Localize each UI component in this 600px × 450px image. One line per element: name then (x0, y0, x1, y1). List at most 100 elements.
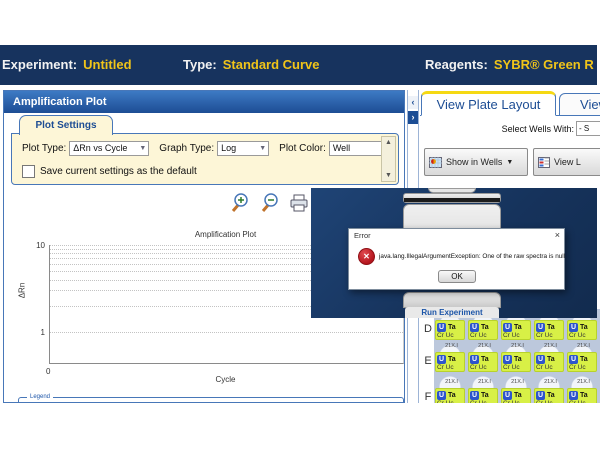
plate-well[interactable]: UTaCr Uc (435, 352, 465, 372)
well-sample-strip: 21X.I21X.I21X.I21X.I21X.I (435, 343, 600, 349)
plate-row-label: E (422, 355, 434, 367)
plate-well[interactable]: UTaCr Uc (501, 320, 531, 340)
plate-well[interactable]: UTaCr Uc (435, 320, 465, 340)
tab-view-well-table[interactable]: View (559, 93, 600, 116)
task-unknown-icon: U (470, 323, 479, 332)
plot-color-label: Plot Color: (279, 143, 326, 154)
well-line2: Cr Uc (536, 400, 562, 403)
type-label: Type: (183, 57, 217, 72)
well-line2: Cr Uc (470, 400, 496, 403)
close-icon[interactable]: × (555, 230, 560, 240)
well-line2: Cr Uc (536, 364, 562, 372)
task-unknown-icon: U (437, 391, 446, 400)
settings-scrollbar[interactable]: ▲ ▼ (381, 136, 396, 182)
well-line2: Cr Uc (470, 364, 496, 372)
tab-plot-settings[interactable]: Plot Settings (19, 115, 113, 135)
plate-well[interactable]: UTaCr Uc (534, 320, 564, 340)
save-default-label: Save current settings as the default (40, 166, 197, 177)
task-unknown-icon: U (536, 323, 545, 332)
ok-button[interactable]: OK (438, 270, 476, 283)
well-sample-name: 21X.I (534, 343, 567, 349)
plate-well[interactable]: UTaCr Uc (468, 320, 498, 340)
graph-type-select[interactable]: Log▼ (217, 141, 269, 156)
graph-type-label: Graph Type: (159, 143, 214, 154)
task-unknown-icon: U (437, 323, 446, 332)
well-line2: Cr Uc (437, 364, 463, 372)
well-target: Ta (448, 356, 456, 363)
well-sample-name: 21X.I (534, 379, 567, 385)
task-unknown-icon: U (503, 391, 512, 400)
error-icon: ✕ (358, 248, 375, 265)
plate-well[interactable]: UTaCr Uc (468, 388, 498, 403)
collapse-right-icon[interactable]: › (408, 111, 418, 124)
run-experiment-button[interactable]: Run Experiment (405, 307, 499, 318)
well-target: Ta (547, 392, 555, 399)
instrument-base (403, 292, 501, 308)
well-sample-name: 21X.I (567, 343, 600, 349)
plate-well[interactable]: UTaCr Uc (534, 388, 564, 403)
well-sample-name: 21X.I (468, 379, 501, 385)
plate-well[interactable]: UTaCr Uc (567, 388, 597, 403)
well-target: Ta (514, 324, 522, 331)
plot-type-label: Plot Type: (22, 143, 66, 154)
well-line2: Cr Uc (437, 332, 463, 340)
y-tick-label: 1 (17, 328, 45, 337)
view-legend-button[interactable]: View L (533, 148, 600, 176)
plate-well[interactable]: UTaCr Uc (501, 388, 531, 403)
gridline (50, 332, 403, 333)
well-target: Ta (580, 356, 588, 363)
save-default-checkbox[interactable] (22, 165, 35, 178)
tab-view-plate-layout[interactable]: View Plate Layout (421, 91, 556, 116)
plot-type-select[interactable]: ΔRn vs Cycle▼ (69, 141, 149, 156)
plate-well[interactable]: UTaCr Uc (435, 388, 465, 403)
plate-well[interactable]: UTaCr Uc (567, 320, 597, 340)
zoom-in-icon[interactable] (229, 192, 249, 214)
plot-settings-group: Plot Type: ΔRn vs Cycle▼ Graph Type: Log… (11, 133, 399, 185)
well-line2: Cr Uc (503, 332, 529, 340)
wells-plate-icon (429, 157, 442, 168)
well-sample-name: 21X.I (468, 343, 501, 349)
well-target: Ta (448, 324, 456, 331)
well-line2: Cr Uc (437, 400, 463, 403)
well-line2: Cr Uc (569, 332, 595, 340)
collapse-left-icon[interactable]: ‹ (408, 96, 418, 109)
reagents-value: SYBR® Green R (494, 57, 594, 72)
scroll-up-icon[interactable]: ▲ (385, 139, 392, 146)
plate-well[interactable]: UTaCr Uc (567, 352, 597, 372)
experiment-label: Experiment: (2, 57, 77, 72)
task-unknown-icon: U (470, 391, 479, 400)
reagents-group: Reagents: SYBR® Green R (425, 57, 594, 72)
task-unknown-icon: U (470, 355, 479, 364)
scroll-down-icon[interactable]: ▼ (385, 172, 392, 179)
zoom-out-icon[interactable] (259, 192, 279, 214)
x-axis-label: Cycle (49, 375, 402, 384)
plate-well[interactable]: UTaCr Uc (501, 352, 531, 372)
error-dialog: Error × ✕ java.lang.IllegalArgumentExcep… (348, 228, 565, 290)
show-in-wells-button[interactable]: Show in Wells ▼ (424, 148, 528, 176)
task-unknown-icon: U (437, 355, 446, 364)
plate-well[interactable]: UTaCr Uc (534, 352, 564, 372)
well-sample-name: 21X.I (435, 379, 468, 385)
plate-well-row: UTaCr UcUTaCr UcUTaCr UcUTaCr UcUTaCr Uc (435, 352, 600, 372)
well-sample-name: 21X.I (501, 343, 534, 349)
experiment-value: Untitled (83, 57, 131, 72)
well-target: Ta (580, 392, 588, 399)
well-line2: Cr Uc (569, 400, 595, 403)
task-unknown-icon: U (569, 391, 578, 400)
well-target: Ta (448, 392, 456, 399)
well-target: Ta (547, 324, 555, 331)
select-wells-dropdown[interactable]: - S (576, 121, 600, 136)
plate-row-label: D (422, 323, 434, 335)
panel-title: Amplification Plot (4, 91, 404, 113)
well-target: Ta (481, 324, 489, 331)
well-target: Ta (514, 392, 522, 399)
instrument-tray-slot (404, 198, 500, 202)
reagents-label: Reagents: (425, 57, 488, 72)
task-unknown-icon: U (536, 355, 545, 364)
print-icon[interactable] (289, 192, 309, 214)
caret-down-icon: ▼ (506, 159, 513, 166)
legend-table-icon (538, 157, 550, 168)
plate-well[interactable]: UTaCr Uc (468, 352, 498, 372)
task-unknown-icon: U (569, 355, 578, 364)
experiment-group: Experiment: Untitled (2, 57, 132, 72)
